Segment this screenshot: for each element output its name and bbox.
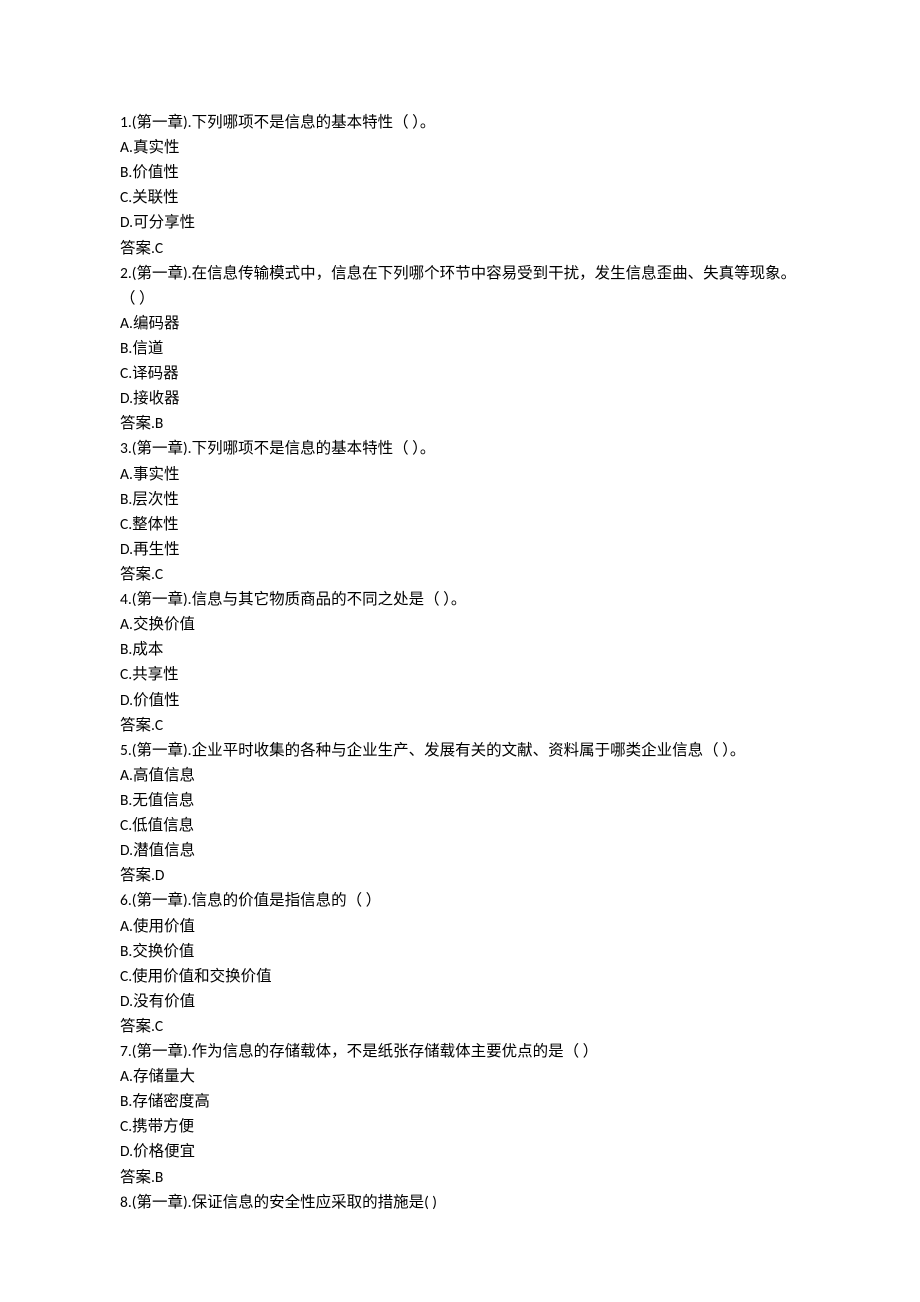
question-stem: 5.(第一章).企业平时收集的各种与企业生产、发展有关的文献、资料属于哪类企业信… — [120, 738, 800, 763]
question-answer: 答案.D — [120, 863, 800, 888]
question-answer: 答案.B — [120, 1165, 800, 1190]
question-option: D.再生性 — [120, 537, 800, 562]
question-stem: 8.(第一章).保证信息的安全性应采取的措施是( ) — [120, 1190, 800, 1215]
question-option: B.无值信息 — [120, 788, 800, 813]
question-stem: 7.(第一章).作为信息的存储载体，不是纸张存储载体主要优点的是（ ） — [120, 1039, 800, 1064]
question-stem: 2.(第一章).在信息传输模式中，信息在下列哪个环节中容易受到干扰，发生信息歪曲… — [120, 261, 800, 311]
question-option: B.存储密度高 — [120, 1089, 800, 1114]
question-option: A.事实性 — [120, 462, 800, 487]
question-option: C.共享性 — [120, 662, 800, 687]
question-answer: 答案.C — [120, 236, 800, 261]
question-option: B.交换价值 — [120, 939, 800, 964]
question-answer: 答案.C — [120, 562, 800, 587]
question-answer: 答案.B — [120, 411, 800, 436]
question-option: C.低值信息 — [120, 813, 800, 838]
question-option: C.整体性 — [120, 512, 800, 537]
question-option: D.潜值信息 — [120, 838, 800, 863]
question-answer: 答案.C — [120, 713, 800, 738]
question-option: C.使用价值和交换价值 — [120, 964, 800, 989]
question-option: D.没有价值 — [120, 989, 800, 1014]
question-option: D.可分享性 — [120, 210, 800, 235]
question-stem: 1.(第一章).下列哪项不是信息的基本特性（ ）。 — [120, 110, 800, 135]
question-option: B.价值性 — [120, 160, 800, 185]
question-option: A.交换价值 — [120, 612, 800, 637]
question-answer: 答案.C — [120, 1014, 800, 1039]
question-option: B.层次性 — [120, 487, 800, 512]
question-option: A.使用价值 — [120, 914, 800, 939]
question-option: C.携带方便 — [120, 1114, 800, 1139]
question-option: A.存储量大 — [120, 1064, 800, 1089]
question-stem: 4.(第一章).信息与其它物质商品的不同之处是（ ）。 — [120, 587, 800, 612]
question-option: A.高值信息 — [120, 763, 800, 788]
question-option: D.价格便宜 — [120, 1139, 800, 1164]
question-option: A.编码器 — [120, 311, 800, 336]
question-stem: 3.(第一章).下列哪项不是信息的基本特性（ ）。 — [120, 436, 800, 461]
question-option: C.关联性 — [120, 185, 800, 210]
document-content: 1.(第一章).下列哪项不是信息的基本特性（ ）。 A.真实性 B.价值性 C.… — [120, 110, 800, 1215]
question-option: C.译码器 — [120, 361, 800, 386]
question-option: B.信道 — [120, 336, 800, 361]
question-option: A.真实性 — [120, 135, 800, 160]
question-option: D.价值性 — [120, 688, 800, 713]
question-stem: 6.(第一章).信息的价值是指信息的（ ） — [120, 888, 800, 913]
question-option: D.接收器 — [120, 386, 800, 411]
question-option: B.成本 — [120, 637, 800, 662]
